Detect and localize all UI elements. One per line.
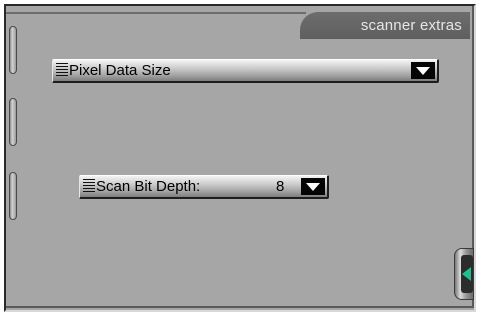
scan-bit-depth-dropdown[interactable]: Scan Bit Depth: 8: [79, 175, 329, 199]
scan-bit-depth-label: Scan Bit Depth:: [96, 178, 201, 195]
side-tab-1[interactable]: [9, 26, 17, 74]
drawer-handle[interactable]: [454, 248, 474, 300]
grip-lines-icon: [56, 63, 68, 78]
triangle-down-icon[interactable]: [411, 62, 435, 79]
pixel-data-size-dropdown[interactable]: Pixel Data Size: [52, 59, 439, 83]
side-tab-2[interactable]: [9, 98, 17, 146]
side-tab-3[interactable]: [9, 172, 17, 220]
scan-bit-depth-value: 8: [276, 178, 285, 195]
grip-lines-icon: [83, 179, 95, 194]
triangle-left-icon: [461, 255, 473, 293]
scanner-extras-panel: [4, 4, 476, 312]
triangle-down-icon[interactable]: [301, 178, 325, 195]
pixel-data-size-label: Pixel Data Size: [69, 62, 171, 79]
panel-top-border: [6, 12, 306, 14]
panel-title-tab: scanner extras: [300, 12, 470, 39]
